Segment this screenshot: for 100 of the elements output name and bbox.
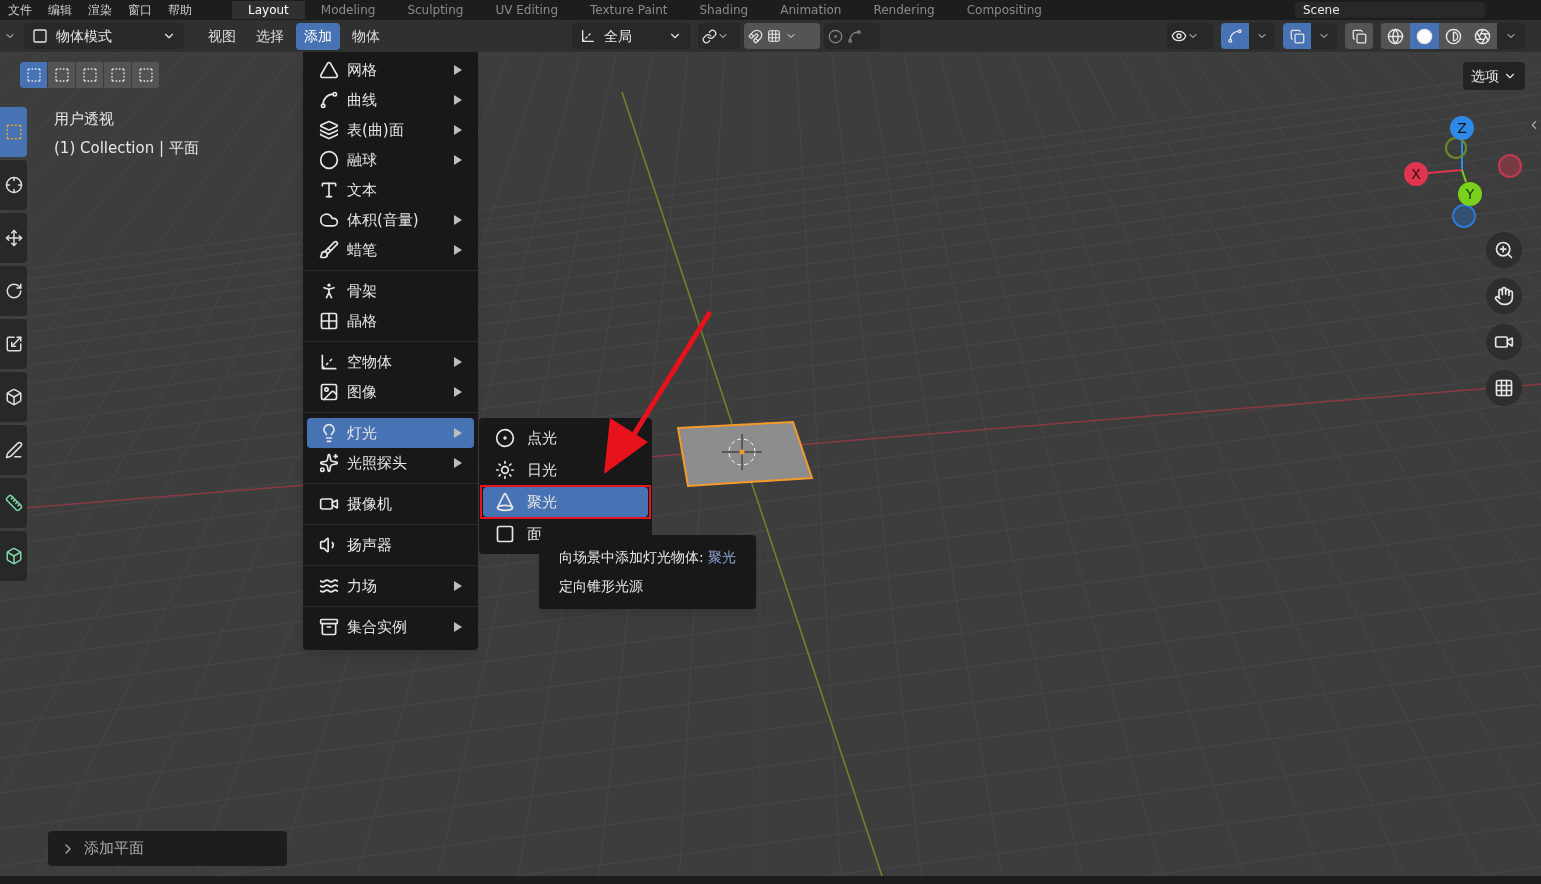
menu-item[interactable]: 日光 [483, 455, 648, 485]
axes-icon [580, 28, 596, 44]
navigation-button[interactable] [1486, 324, 1522, 360]
menu-item[interactable]: 摄像机 [307, 489, 474, 519]
sun-icon [495, 460, 515, 480]
shading-button[interactable] [1410, 23, 1439, 49]
xray-toggle[interactable] [1345, 23, 1373, 49]
menu-item[interactable]: 蜡笔 [307, 235, 474, 265]
scale-icon [5, 335, 23, 353]
submenu-arrow-icon [454, 387, 462, 397]
square-icon [495, 524, 515, 544]
submenu-arrow-icon [454, 357, 462, 367]
menu-item[interactable]: 力场 [307, 571, 474, 601]
axis-label[interactable]: Y [1458, 182, 1482, 206]
menu-item[interactable]: 面 [483, 519, 648, 549]
waves-icon [319, 576, 339, 596]
overlap-icon [1351, 28, 1367, 44]
visibility-dropdown[interactable] [1167, 23, 1213, 49]
workspace-tab[interactable]: Texture Paint [574, 1, 684, 19]
workspace-tab[interactable]: Animation [764, 1, 858, 19]
header-menu[interactable]: 选择 [248, 22, 292, 50]
square-icon [32, 28, 48, 44]
workspace-tab[interactable]: UV Editing [479, 1, 575, 19]
workspace-tab[interactable]: Layout [232, 1, 305, 19]
menu-item[interactable]: 灯光 [307, 418, 474, 448]
header-menu[interactable]: 添加 [296, 22, 340, 50]
pivot-dropdown[interactable] [698, 23, 740, 49]
menu-item[interactable]: 聚光 [483, 487, 648, 517]
tooltip-description: 定向锥形光源 [559, 577, 644, 596]
menu-item[interactable]: 渲染 [88, 1, 112, 19]
gizmo-toggle[interactable] [1221, 23, 1249, 49]
menu-item[interactable]: 图像 [307, 377, 474, 407]
axis-label[interactable]: X [1404, 162, 1428, 186]
tool-button[interactable] [0, 531, 27, 581]
options-dropdown[interactable]: 选项 [1463, 62, 1525, 90]
object-info: (1) Collection | 平面 [54, 137, 199, 159]
workspace-tab[interactable]: Modeling [304, 1, 392, 19]
scene-selector[interactable]: Scene [1295, 2, 1485, 18]
view-name: 用户透视 [54, 109, 115, 130]
menu-item[interactable]: 编辑 [48, 1, 72, 19]
menu-item[interactable]: 光照探头 [307, 448, 474, 478]
menu-item[interactable]: 表(曲)面 [307, 115, 474, 145]
workspace-tab[interactable]: Rendering [857, 1, 951, 19]
menu-item[interactable]: 体积(音量) [307, 205, 474, 235]
submenu-arrow-icon [454, 428, 462, 438]
menu-item[interactable]: 集合实例 [307, 612, 474, 642]
menu-item[interactable]: 文件 [8, 1, 32, 19]
tool-button[interactable] [0, 372, 27, 422]
curve-icon [847, 28, 862, 44]
proportional-toggle[interactable] [824, 23, 880, 49]
select-mode-button[interactable] [20, 62, 48, 88]
snap-toggle[interactable] [744, 23, 820, 49]
menu-item[interactable]: 文本 [307, 175, 474, 205]
header-menu[interactable]: 视图 [200, 22, 244, 50]
tool-button[interactable] [0, 478, 27, 528]
select-box-icon [5, 123, 23, 141]
triangle-icon [319, 60, 339, 80]
navigation-button[interactable] [1486, 370, 1522, 406]
orientation-dropdown[interactable]: 全局 [572, 23, 690, 49]
menu-item[interactable]: 空物体 [307, 347, 474, 377]
tool-button[interactable] [0, 160, 27, 210]
image-icon [319, 382, 339, 402]
workspace-tab[interactable]: Shading [683, 1, 765, 19]
tool-button[interactable] [0, 319, 27, 369]
axis-circle[interactable] [1445, 137, 1467, 159]
workspace-tab[interactable]: Compositing [950, 1, 1058, 19]
menu-item[interactable]: 点光 [483, 423, 648, 453]
menu-item[interactable]: 曲线 [307, 85, 474, 115]
tooltip-text: 向场景中添加灯光物体: [559, 548, 704, 567]
submenu-arrow-icon [454, 95, 462, 105]
tool-button[interactable] [0, 425, 27, 475]
menu-item[interactable]: 扬声器 [307, 530, 474, 560]
submenu-arrow-icon [454, 155, 462, 165]
annotate-icon [5, 441, 23, 459]
last-operator-panel[interactable]: 添加平面 [48, 831, 287, 866]
overlap-icon [1289, 28, 1305, 44]
hand-icon [1494, 286, 1514, 306]
tool-button[interactable] [0, 213, 27, 263]
tool-button[interactable] [0, 266, 27, 316]
menu-item[interactable]: 骨架 [307, 276, 474, 306]
submenu-arrow-icon [454, 245, 462, 255]
menu-item[interactable]: 晶格 [307, 306, 474, 336]
text-icon [319, 180, 339, 200]
submenu-arrow-icon [454, 125, 462, 135]
navigation-button[interactable] [1486, 232, 1522, 268]
link-icon [702, 28, 717, 44]
submenu-arrow-icon [454, 458, 462, 468]
navigation-button[interactable] [1486, 278, 1522, 314]
menu-item[interactable]: 帮助 [168, 1, 192, 19]
dashed-square-icon [25, 67, 42, 83]
workspace-tab[interactable]: Sculpting [391, 1, 480, 19]
menu-item[interactable]: 融球 [307, 145, 474, 175]
box-icon [319, 617, 339, 637]
mode-dropdown[interactable]: 物体模式 [24, 23, 184, 49]
menu-item[interactable]: 网格 [307, 55, 474, 85]
overlay-toggle[interactable] [1283, 23, 1311, 49]
axis-label[interactable]: Z [1450, 116, 1474, 140]
menu-item[interactable]: 窗口 [128, 1, 152, 19]
header-menu[interactable]: 物体 [344, 22, 388, 50]
axis-circle[interactable] [1452, 204, 1476, 228]
